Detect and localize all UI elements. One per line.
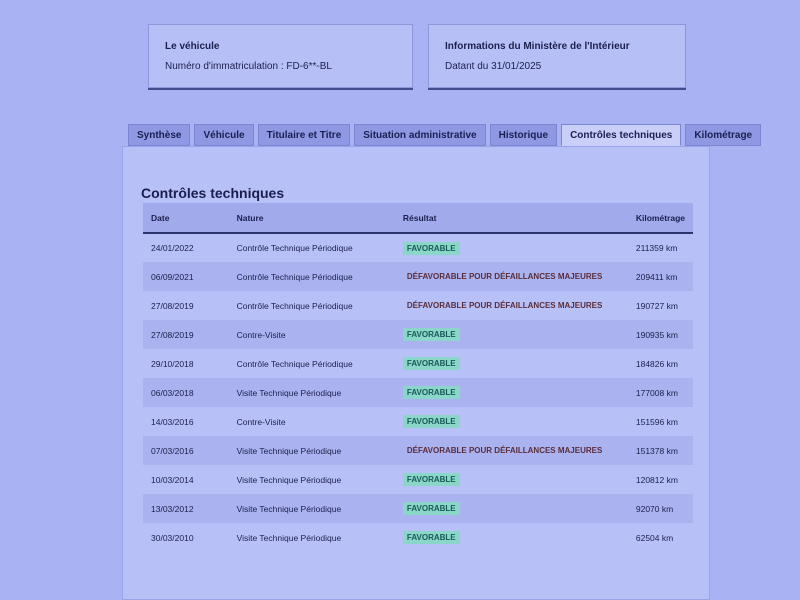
cell-result: FAVORABLE [395,320,628,349]
result-badge: FAVORABLE [402,415,460,428]
column-header-km: Kilométrage [635,212,685,223]
cell-result: DÉFAVORABLE POUR DÉFAILLANCES MAJEURES [395,436,628,465]
cell-nature: Contrôle Technique Périodique [236,300,353,311]
cell-date: 10/03/2014 [151,474,194,485]
result-badge: FAVORABLE [402,473,460,486]
cell-date: 06/09/2021 [151,271,194,282]
cell-result: FAVORABLE [395,523,628,552]
result-badge: DÉFAVORABLE POUR DÉFAILLANCES MAJEURES [406,446,603,455]
cell-nature: Contrôle Technique Périodique [228,232,395,262]
table-row: 07/03/2016 Visite Technique Périodique DÉF… [143,436,693,465]
table-row: 10/03/2014 Visite Technique Périodique FAV… [143,465,693,494]
cell-km: 177008 km [635,387,678,398]
cell-nature: Visite Technique Périodique [236,474,342,485]
registration-number: Numéro d'immatriculation : FD-6**-BL [165,61,332,72]
cell-nature: Contrôle Technique Périodique [236,271,353,282]
table-row: 13/03/2012 Visite Technique Périodique FAV… [143,494,693,523]
controles-techniques-panel: Contrôles techniques Date Nature Résulta… [122,146,710,600]
cell-date: 27/08/2019 [151,300,194,311]
result-badge: FAVORABLE [402,386,460,399]
cell-date: 29/10/2018 [151,358,194,369]
result-badge: DÉFAVORABLE POUR DÉFAILLANCES MAJEURES [406,272,603,281]
result-badge: FAVORABLE [402,531,460,544]
result-badge: DÉFAVORABLE POUR DÉFAILLANCES MAJEURES [406,301,603,310]
cell-km: 120812 km [635,474,678,485]
cell-km: 190935 km [635,329,678,340]
cell-result: FAVORABLE [394,232,628,262]
tab-situation-administrative[interactable]: Situation administrative [354,124,486,146]
ministry-info-card: Informations du Ministère de l'Intérieur… [428,24,686,88]
tab-kilometrage[interactable]: Kilométrage [685,124,762,146]
table-body: 24/01/2022 Contrôle Technique Périodique F… [143,232,693,552]
tab-titulaire-titre[interactable]: Titulaire et Titre [257,124,351,146]
tab-historique[interactable]: Historique [489,124,558,146]
vehicle-card-title: Le véhicule [165,41,220,52]
cell-result: FAVORABLE [395,465,628,494]
table-row: 14/03/2016 Contre-Visite FAVORABLE 151596 k… [143,407,693,436]
vehicle-info-card: Le véhicule Numéro d'immatriculation : F… [148,24,413,88]
result-badge: FAVORABLE [402,502,460,515]
cell-result: FAVORABLE [395,407,628,436]
cell-nature: Visite Technique Périodique [236,503,342,514]
cell-date: 24/01/2022 [143,232,229,262]
cell-result: FAVORABLE [395,349,628,378]
cell-date: 27/08/2019 [151,329,194,340]
cell-nature: Visite Technique Périodique [236,387,342,398]
cell-km: 190727 km [635,300,678,311]
ministry-data-date: Datant du 31/01/2025 [445,61,542,72]
tab-controles-techniques[interactable]: Contrôles techniques [561,124,682,146]
cell-km: 209411 km [635,271,678,282]
cell-nature: Visite Technique Périodique [236,532,342,543]
column-header-nature: Nature [236,212,264,223]
cell-nature: Visite Technique Périodique [236,445,342,456]
cell-km: 92070 km [635,503,674,514]
cell-date: 07/03/2016 [151,445,194,456]
cell-result: DÉFAVORABLE POUR DÉFAILLANCES MAJEURES [395,291,628,320]
table-row: 30/03/2010 Visite Technique Périodique FAV… [143,523,693,552]
cell-km: 151378 km [635,445,678,456]
section-title: Contrôles techniques [141,185,285,201]
tab-vehicule[interactable]: Véhicule [194,124,254,146]
cell-result: DÉFAVORABLE POUR DÉFAILLANCES MAJEURES [395,262,628,291]
cell-result: FAVORABLE [395,494,628,523]
table-row: 24/01/2022 Contrôle Technique Périodique F… [143,232,693,262]
inspections-table: Date Nature Résultat Kilométrage 24/01/2… [143,203,693,552]
tab-synthese[interactable]: Synthèse [128,124,191,146]
tab-bar: Synthèse Véhicule Titulaire et Titre Sit… [128,124,762,146]
column-header-result: Résultat [402,212,437,223]
table-row: 27/08/2019 Contre-Visite FAVORABLE 190935 k… [143,320,693,349]
cell-nature: Contrôle Technique Périodique [236,358,353,369]
table-row: 27/08/2019 Contrôle Technique Périodique D… [143,291,693,320]
table-row: 06/03/2018 Visite Technique Périodique FAV… [143,378,693,407]
cell-result: FAVORABLE [395,378,628,407]
ministry-card-title: Informations du Ministère de l'Intérieur [445,41,630,52]
cell-date: 06/03/2018 [151,387,194,398]
cell-nature: Contre-Visite [236,416,286,427]
cell-km: 211359 km [627,232,693,262]
cell-date: 30/03/2010 [151,532,194,543]
column-header-date: Date [151,212,170,223]
table-row: 06/09/2021 Contrôle Technique Périodique D… [143,262,693,291]
result-badge: FAVORABLE [402,328,460,341]
result-badge: FAVORABLE [402,241,460,255]
cell-km: 184826 km [635,358,678,369]
table-header-row: Date Nature Résultat Kilométrage [143,203,693,233]
table-row: 29/10/2018 Contrôle Technique Périodique F… [143,349,693,378]
result-badge: FAVORABLE [402,357,460,370]
cell-date: 14/03/2016 [151,416,194,427]
cell-nature: Contre-Visite [236,329,286,340]
cell-km: 151596 km [635,416,678,427]
cell-date: 13/03/2012 [151,503,194,514]
cell-km: 62504 km [635,532,674,543]
